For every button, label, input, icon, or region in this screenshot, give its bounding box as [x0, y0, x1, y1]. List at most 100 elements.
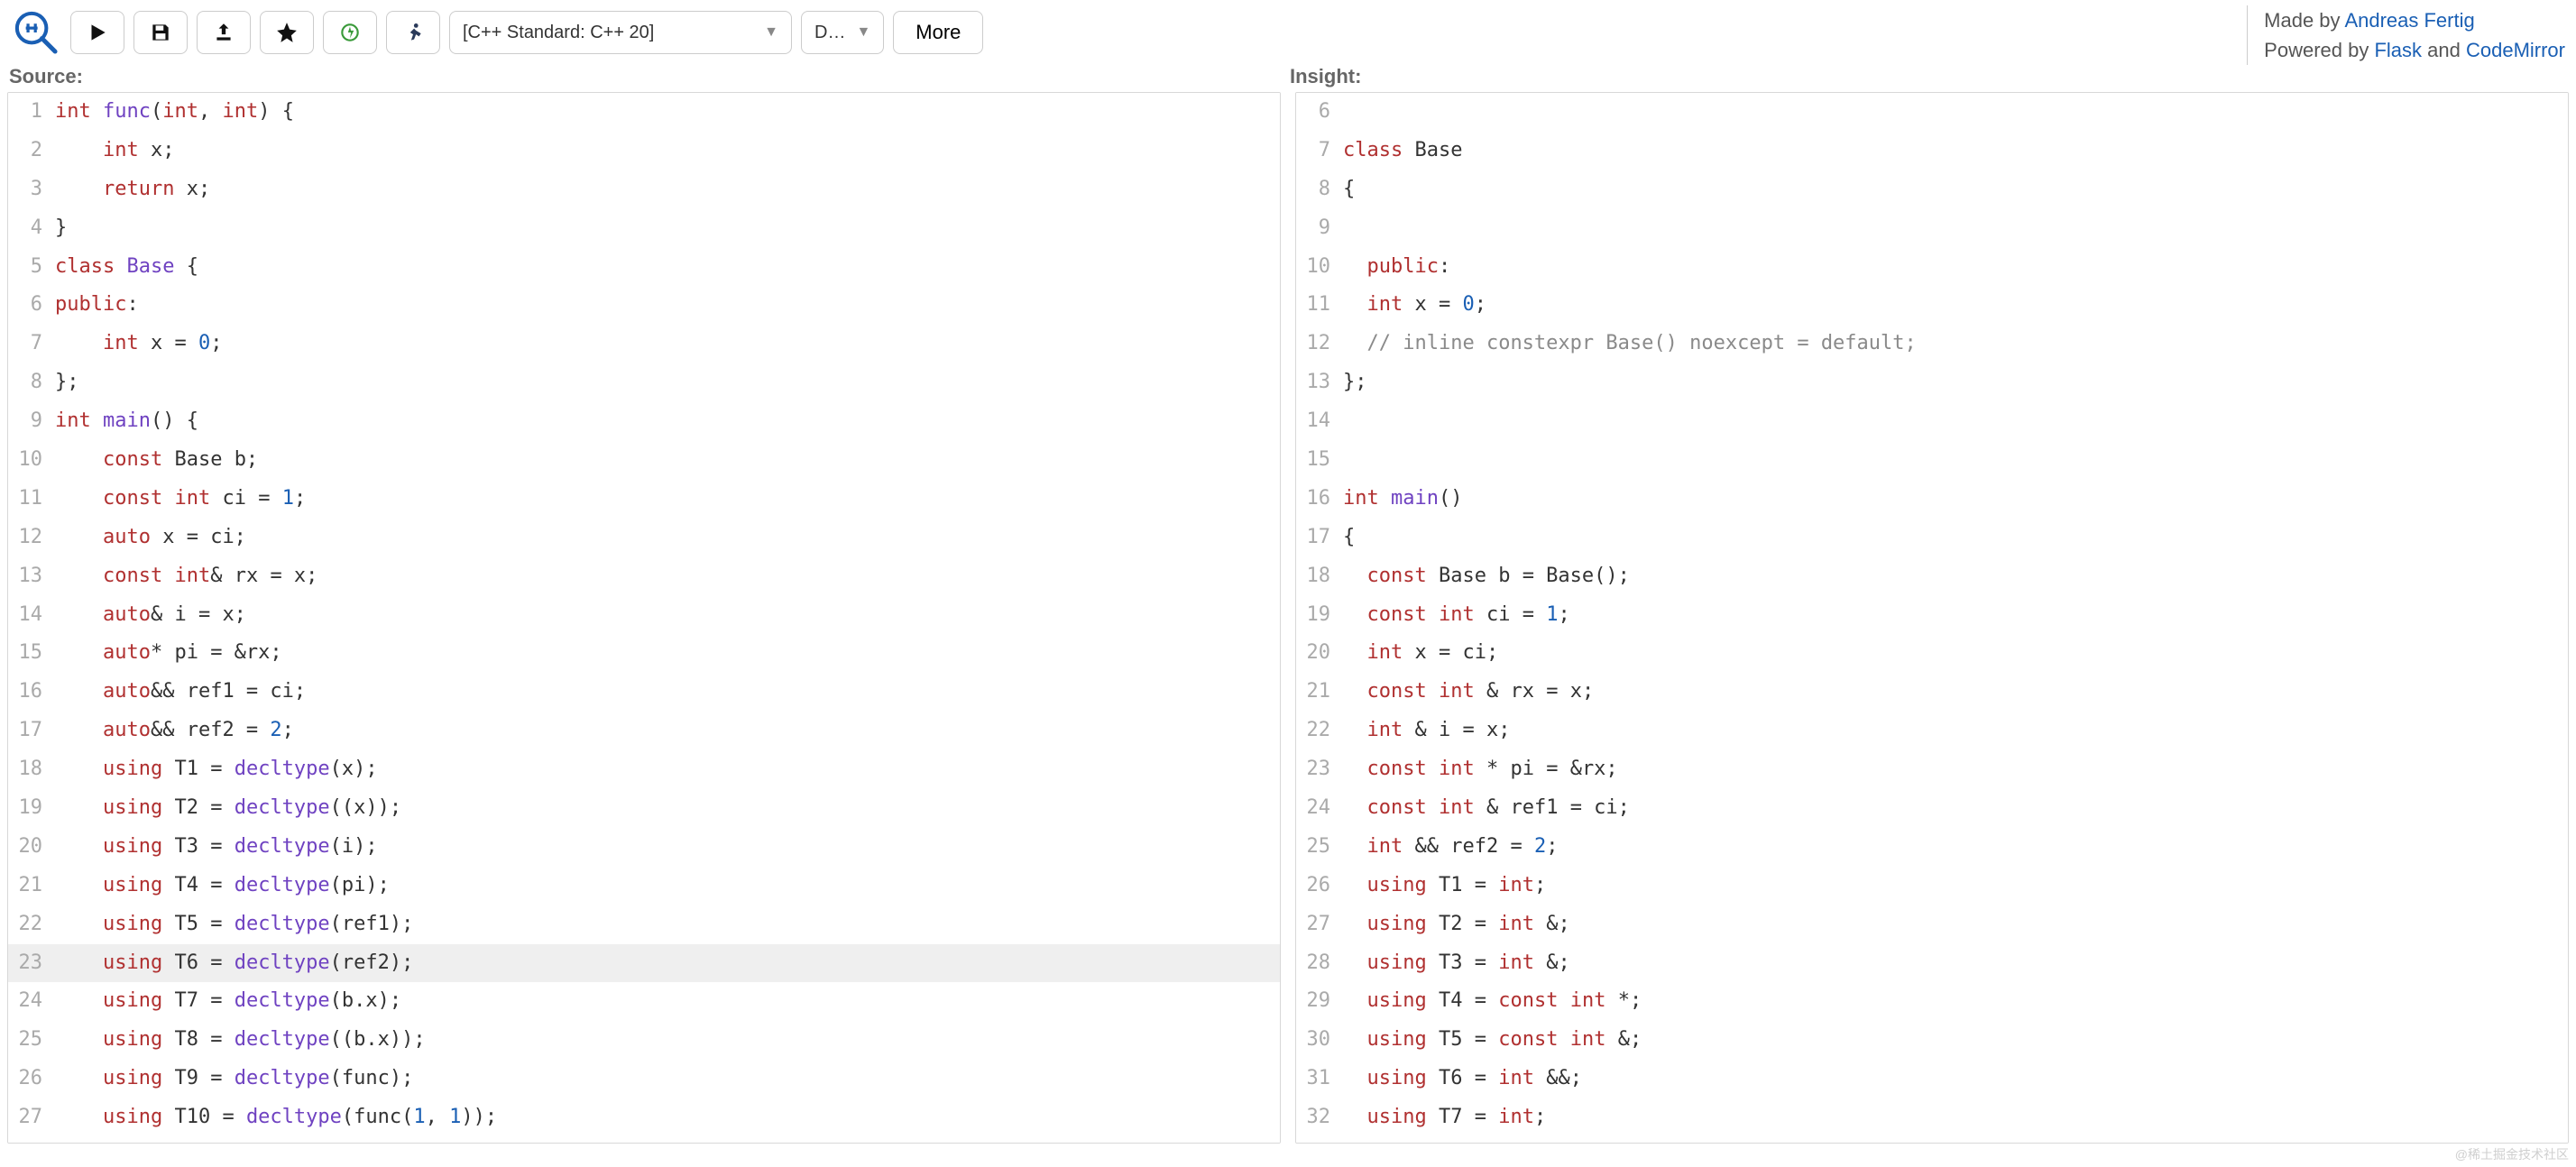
code-line[interactable]: 11 int x = 0;: [1296, 286, 2568, 325]
code-content: {: [1339, 170, 1355, 209]
code-line[interactable]: 23 const int * pi = &rx;: [1296, 750, 2568, 789]
credits: Made by Andreas Fertig Powered by Flask …: [2247, 5, 2565, 65]
code-content: using T4 = const int *;: [1339, 982, 1642, 1021]
code-content: public:: [1339, 248, 1450, 287]
code-line[interactable]: 30 using T5 = const int &;: [1296, 1021, 2568, 1060]
code-line[interactable]: 19 using T2 = decltype((x));: [8, 789, 1280, 828]
line-number: 17: [1296, 519, 1339, 557]
line-number: 4: [8, 209, 51, 248]
options-select[interactable]: D… ▼: [801, 11, 884, 54]
line-number: 11: [8, 480, 51, 519]
code-line[interactable]: 25 using T8 = decltype((b.x));: [8, 1021, 1280, 1060]
code-line[interactable]: 1int func(int, int) {: [8, 93, 1280, 132]
code-line[interactable]: 26 using T9 = decltype(func);: [8, 1060, 1280, 1098]
code-line[interactable]: 12 auto x = ci;: [8, 519, 1280, 557]
code-line[interactable]: 29 using T4 = const int *;: [1296, 982, 2568, 1021]
code-line[interactable]: 33 using T8 = const int &;: [1296, 1137, 2568, 1144]
code-line[interactable]: 17{: [1296, 519, 2568, 557]
line-number: 24: [1296, 789, 1339, 828]
source-editor[interactable]: 1int func(int, int) {2 int x;3 return x;…: [7, 92, 1281, 1144]
code-line[interactable]: 21 using T4 = decltype(pi);: [8, 867, 1280, 905]
code-content: }: [51, 209, 67, 248]
code-line[interactable]: 15: [1296, 441, 2568, 480]
code-line[interactable]: 13};: [1296, 363, 2568, 402]
code-content: using T3 = decltype(i);: [51, 828, 378, 867]
run-button[interactable]: [70, 11, 124, 54]
code-line[interactable]: 5class Base {: [8, 248, 1280, 287]
code-line[interactable]: 28}: [8, 1137, 1280, 1144]
code-line[interactable]: 9int main() {: [8, 402, 1280, 441]
code-content: using T5 = const int &;: [1339, 1021, 1642, 1060]
code-line[interactable]: 7 int x = 0;: [8, 325, 1280, 363]
code-line[interactable]: 26 using T1 = int;: [1296, 867, 2568, 905]
line-number: 16: [1296, 480, 1339, 519]
code-line[interactable]: 20 using T3 = decltype(i);: [8, 828, 1280, 867]
cpp-standard-select[interactable]: [C++ Standard: C++ 20] ▼: [449, 11, 792, 54]
upload-button[interactable]: [197, 11, 251, 54]
code-line[interactable]: 16 auto&& ref1 = ci;: [8, 673, 1280, 712]
line-number: 12: [8, 519, 51, 557]
code-line[interactable]: 14 auto& i = x;: [8, 596, 1280, 635]
code-line[interactable]: 12 // inline constexpr Base() noexcept =…: [1296, 325, 2568, 363]
flask-link[interactable]: Flask: [2374, 39, 2422, 61]
bolt-button[interactable]: [323, 11, 377, 54]
line-number: 19: [1296, 596, 1339, 635]
code-line[interactable]: 7class Base: [1296, 132, 2568, 170]
toolbar: [C++ Standard: C++ 20] ▼ D… ▼ More: [0, 0, 2576, 61]
code-line[interactable]: 8};: [8, 363, 1280, 402]
codemirror-link[interactable]: CodeMirror: [2466, 39, 2565, 61]
code-line[interactable]: 23 using T6 = decltype(ref2);: [8, 944, 1280, 983]
code-line[interactable]: 28 using T3 = int &;: [1296, 944, 2568, 983]
code-line[interactable]: 24 const int & ref1 = ci;: [1296, 789, 2568, 828]
code-line[interactable]: 19 const int ci = 1;: [1296, 596, 2568, 635]
code-line[interactable]: 17 auto&& ref2 = 2;: [8, 712, 1280, 750]
star-icon: [275, 21, 299, 44]
code-line[interactable]: 20 int x = ci;: [1296, 634, 2568, 673]
code-line[interactable]: 22 int & i = x;: [1296, 712, 2568, 750]
code-content: [1339, 209, 1343, 248]
code-line[interactable]: 22 using T5 = decltype(ref1);: [8, 905, 1280, 944]
code-line[interactable]: 31 using T6 = int &&;: [1296, 1060, 2568, 1098]
code-content: auto* pi = &rx;: [51, 634, 282, 673]
code-content: using T2 = decltype((x));: [51, 789, 401, 828]
code-line[interactable]: 11 const int ci = 1;: [8, 480, 1280, 519]
line-number: 19: [8, 789, 51, 828]
code-line[interactable]: 15 auto* pi = &rx;: [8, 634, 1280, 673]
code-content: int x = 0;: [1339, 286, 1486, 325]
code-content: class Base {: [51, 248, 198, 287]
code-line[interactable]: 2 int x;: [8, 132, 1280, 170]
code-line[interactable]: 6public:: [8, 286, 1280, 325]
code-content: auto&& ref2 = 2;: [51, 712, 294, 750]
insight-viewer[interactable]: 67class Base8{910 public:11 int x = 0;12…: [1295, 92, 2569, 1144]
code-line[interactable]: 13 const int& rx = x;: [8, 557, 1280, 596]
code-line[interactable]: 10 const Base b;: [8, 441, 1280, 480]
code-line[interactable]: 27 using T2 = int &;: [1296, 905, 2568, 944]
code-line[interactable]: 21 const int & rx = x;: [1296, 673, 2568, 712]
code-content: int func(int, int) {: [51, 93, 294, 132]
code-line[interactable]: 25 int && ref2 = 2;: [1296, 828, 2568, 867]
code-line[interactable]: 4}: [8, 209, 1280, 248]
code-line[interactable]: 24 using T7 = decltype(b.x);: [8, 982, 1280, 1021]
code-line[interactable]: 3 return x;: [8, 170, 1280, 209]
code-content: using T6 = int &&;: [1339, 1060, 1582, 1098]
code-line[interactable]: 9: [1296, 209, 2568, 248]
line-number: 3: [8, 170, 51, 209]
cppinsights-logo[interactable]: [11, 7, 61, 58]
code-line[interactable]: 14: [1296, 402, 2568, 441]
code-line[interactable]: 8{: [1296, 170, 2568, 209]
save-button[interactable]: [133, 11, 188, 54]
code-line[interactable]: 10 public:: [1296, 248, 2568, 287]
favorite-button[interactable]: [260, 11, 314, 54]
code-line[interactable]: 18 using T1 = decltype(x);: [8, 750, 1280, 789]
code-line[interactable]: 18 const Base b = Base();: [1296, 557, 2568, 596]
author-link[interactable]: Andreas Fertig: [2344, 9, 2474, 32]
more-button[interactable]: More: [893, 11, 983, 54]
code-line[interactable]: 27 using T10 = decltype(func(1, 1));: [8, 1098, 1280, 1137]
code-line[interactable]: 32 using T7 = int;: [1296, 1098, 2568, 1137]
code-content: using T7 = int;: [1339, 1098, 1546, 1137]
code-content: [1339, 402, 1343, 441]
code-line[interactable]: 6: [1296, 93, 2568, 132]
quickbench-button[interactable]: [386, 11, 440, 54]
code-line[interactable]: 16int main(): [1296, 480, 2568, 519]
code-content: // inline constexpr Base() noexcept = de…: [1339, 325, 1917, 363]
